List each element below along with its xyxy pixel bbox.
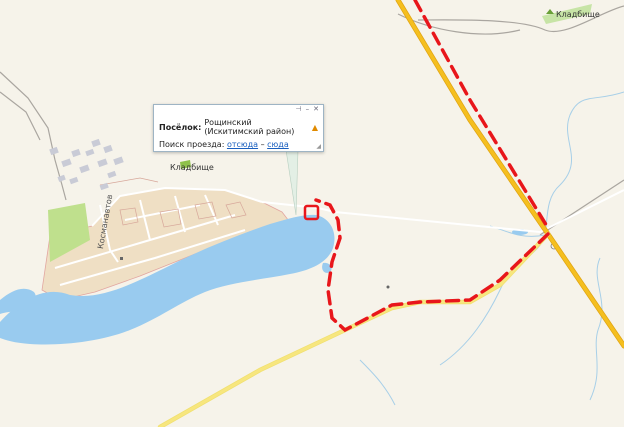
pin-icon[interactable]: ⊣ [296,106,302,114]
cemetery-top-icon [546,9,554,14]
label-cemetery-top: Кладбище [556,10,600,19]
route-search-label: Поиск проезда: [159,140,225,149]
popup-place-name: Рощинский (Искитимский район) [204,118,295,136]
popup-type-label: Посёлок: [159,122,202,132]
minimize-icon[interactable]: – [306,106,310,114]
road-nw [0,71,67,201]
map-canvas[interactable]: Кладбище Кладбище Косманавтов ⊣ – ✕ Посё… [0,0,624,427]
warning-triangle-icon[interactable]: ▲ [312,123,318,132]
route [314,0,550,333]
route-from-link[interactable]: отсюда [227,140,258,149]
route-to-link[interactable]: сюда [267,140,289,149]
map-layer [0,0,624,427]
close-icon[interactable]: ✕ [313,106,319,114]
popup-toolbar: ⊣ – ✕ [154,105,323,114]
road-nw-2 [0,91,41,141]
route-separator: – [260,140,265,149]
resize-handle-icon[interactable]: ◢ [316,143,321,150]
place-popup: ⊣ – ✕ Посёлок: Рощинский (Искитимский ра… [153,104,324,152]
label-cemetery-village: Кладбище [170,163,214,172]
